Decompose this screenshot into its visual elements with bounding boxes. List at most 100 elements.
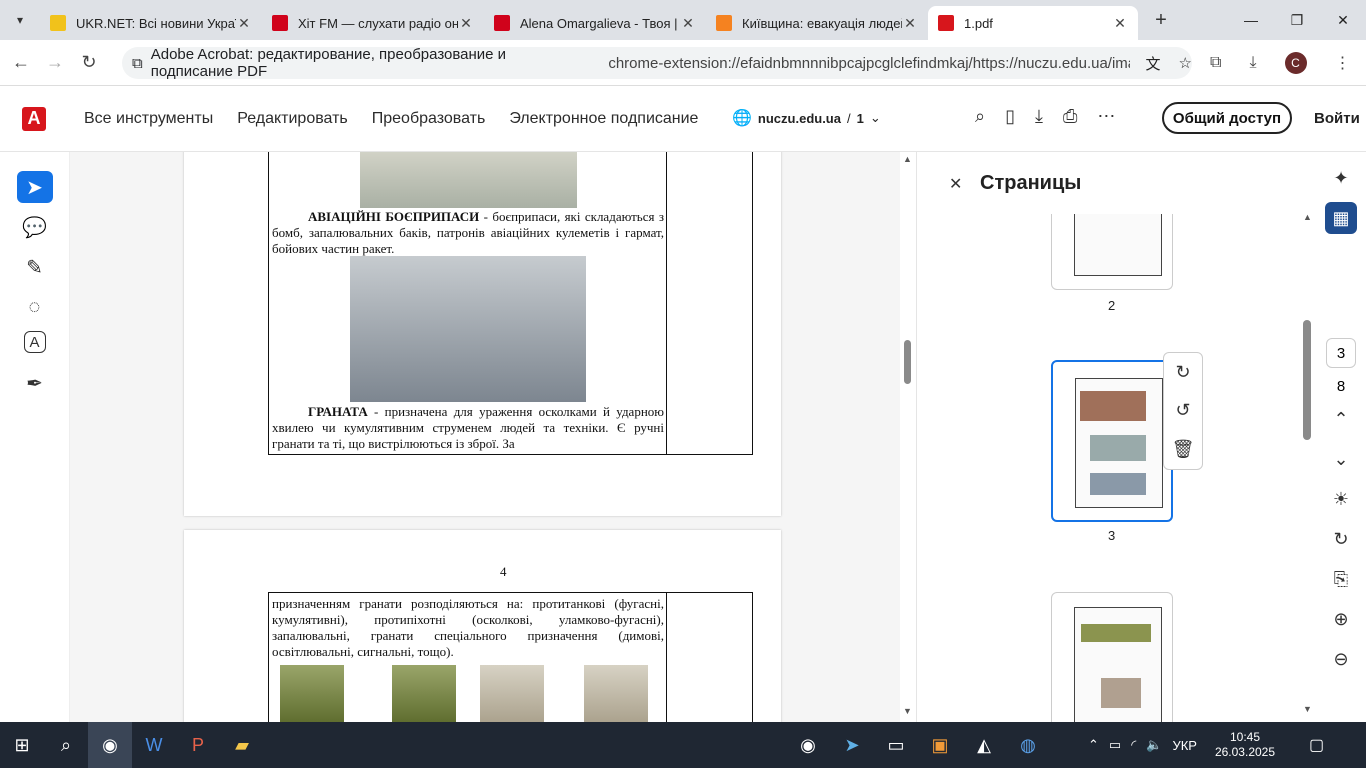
hitfm-favicon-icon — [272, 15, 288, 31]
profile-avatar[interactable]: C — [1284, 52, 1307, 74]
tab-pdf[interactable]: 1.pdf ✕ — [928, 6, 1138, 40]
tab-alena[interactable]: Alena Omargalieva - Твоя | ✕ — [484, 6, 706, 40]
right-rail: ✦ ▦ 3 8 ⌃ ⌄ ☀ ↻ ⎘ ⊕ ⊖ — [1316, 152, 1366, 722]
close-tab-icon[interactable]: ✕ — [458, 15, 474, 32]
system-tray: ⌃ ▭ ◜ 🔈 УКР 10:45 26.03.2025 ▢ — [1088, 730, 1324, 760]
close-panel-icon[interactable]: ✕ — [949, 174, 962, 194]
notifications-icon[interactable]: ▢ — [1309, 735, 1324, 755]
chrome-icon[interactable]: ◉ — [88, 722, 132, 768]
next-page-icon[interactable]: ⌄ — [1325, 443, 1357, 475]
scroll-down-icon[interactable]: ▼ — [1303, 704, 1312, 714]
windows-start-icon[interactable]: ⊞ — [0, 722, 44, 768]
brightness-icon[interactable]: ☀ — [1325, 483, 1357, 515]
menu-e-sign[interactable]: Электронное подписание — [509, 110, 698, 128]
thumbnails-icon[interactable]: ▦ — [1325, 202, 1357, 234]
download-pdf-icon[interactable]: ⤓ — [1035, 106, 1043, 127]
tab-ukrnet[interactable]: UKR.NET: Всі новини Україн ✕ — [40, 6, 262, 40]
acrobat-logo-icon[interactable]: A — [22, 106, 46, 131]
document-viewer[interactable]: АВІАЦІЙНІ БОЄПРИПАСИ - боєприпаси, які с… — [70, 152, 900, 722]
qbittorrent-icon[interactable]: ◍ — [1006, 722, 1050, 768]
sign-tool-icon[interactable]: ✒ — [17, 367, 53, 399]
rotate-counterclockwise-icon[interactable]: ↺ — [1175, 400, 1190, 421]
rotate-clockwise-icon[interactable]: ↻ — [1175, 362, 1190, 383]
doc-domain: nuczu.edu.ua — [757, 110, 841, 126]
close-tab-icon[interactable]: ✕ — [680, 15, 696, 32]
select-tool-icon[interactable]: ➤ — [16, 171, 53, 203]
telegram-icon[interactable]: ➤ — [830, 722, 874, 768]
chrome-pinned-icon[interactable]: ◉ — [786, 722, 830, 768]
extension-icon: ⧉ — [132, 54, 143, 72]
close-tab-icon[interactable]: ✕ — [236, 15, 252, 32]
print-icon[interactable]: ⎙ — [1063, 106, 1077, 127]
scroll-up-icon[interactable]: ▲ — [903, 154, 912, 164]
image-app-icon[interactable]: ▣ — [918, 722, 962, 768]
scroll-up-icon[interactable]: ▲ — [1303, 212, 1312, 222]
zoom-in-icon[interactable]: ⊕ — [1325, 603, 1357, 635]
volume-icon[interactable]: 🔈 — [1146, 737, 1162, 753]
new-tab-button[interactable]: + — [1146, 9, 1176, 32]
search-icon[interactable]: ⌕ — [44, 722, 88, 768]
powerpoint-icon[interactable]: P — [176, 722, 220, 768]
restore-icon[interactable]: ❐ — [1274, 0, 1320, 40]
page-export-icon[interactable]: ⎘ — [1325, 563, 1357, 595]
tray-chevron-icon[interactable]: ⌃ — [1088, 737, 1099, 753]
menu-convert[interactable]: Преобразовать — [372, 110, 486, 128]
rotate-view-icon[interactable]: ↻ — [1325, 523, 1357, 555]
share-button[interactable]: Общий доступ — [1162, 102, 1292, 134]
word-icon[interactable]: W — [132, 722, 176, 768]
page-indicator[interactable]: 3 — [1326, 338, 1356, 368]
tab-hitfm[interactable]: Хіт FM — слухати радіо онл ✕ — [262, 6, 484, 40]
lasso-tool-icon[interactable]: ◌ — [17, 291, 53, 323]
close-tab-icon[interactable]: ✕ — [1112, 15, 1128, 32]
text-tool-icon[interactable]: A — [23, 331, 46, 353]
forward-icon[interactable]: → — [38, 52, 72, 73]
extensions-icon[interactable]: ⧉ — [1210, 54, 1221, 72]
bookmark-star-icon[interactable]: ☆ — [1179, 54, 1192, 72]
battery-icon[interactable]: ▭ — [1109, 737, 1121, 753]
back-icon[interactable]: ← — [4, 52, 38, 73]
scroll-thumb[interactable] — [1303, 320, 1311, 440]
menu-all-tools[interactable]: Все инструменты — [84, 110, 213, 128]
wifi-icon[interactable]: ◜ — [1131, 737, 1136, 753]
site-info[interactable]: ⧉ Adobe Acrobat: редактирование, преобра… — [122, 46, 602, 80]
more-options-icon[interactable]: ⋯ — [1097, 106, 1115, 127]
search-icon[interactable]: ⌕ — [975, 106, 985, 127]
tab-kyivshchyna[interactable]: Київщина: евакуація людей ✕ — [706, 6, 928, 40]
close-tab-icon[interactable]: ✕ — [902, 15, 918, 32]
comment-tool-icon[interactable]: 💬 — [17, 211, 53, 243]
menu-edit[interactable]: Редактировать — [237, 110, 348, 128]
document-scrollbar[interactable]: ▲ ▼ — [900, 152, 916, 722]
page-total: 8 — [1336, 378, 1346, 395]
previous-page-icon[interactable]: ⌃ — [1325, 403, 1357, 435]
download-icon[interactable]: ⤓ — [1249, 54, 1256, 72]
close-window-icon[interactable]: ✕ — [1320, 0, 1366, 40]
panel-scrollbar[interactable]: ▲ ▼ — [1303, 212, 1312, 720]
omnibox[interactable]: ⧉ Adobe Acrobat: редактирование, преобра… — [122, 46, 1192, 80]
translate-icon[interactable]: 文 — [1146, 53, 1161, 74]
ai-assistant-icon[interactable]: ✦ — [1325, 162, 1357, 194]
grenade-photo-2 — [392, 665, 456, 722]
pages-view-icon[interactable]: ▯ — [1005, 106, 1015, 127]
thumb-preview — [1074, 214, 1162, 276]
clock[interactable]: 10:45 26.03.2025 — [1215, 730, 1275, 760]
zoom-out-icon[interactable]: ⊖ — [1325, 643, 1357, 675]
sign-in-button[interactable]: Войти — [1314, 110, 1360, 127]
left-toolbar: ➤ 💬 ✎ ◌ A ✒ — [0, 152, 70, 722]
page-thumbnail-3[interactable] — [1051, 360, 1173, 522]
file-explorer-icon[interactable]: ▰ — [220, 722, 264, 768]
url-text[interactable]: chrome-extension://efaidnbmnnnibpcajpcgl… — [608, 55, 1129, 72]
language-indicator[interactable]: УКР — [1172, 738, 1197, 753]
page-thumbnail-2[interactable] — [1051, 214, 1173, 290]
draw-tool-icon[interactable]: ✎ — [17, 251, 53, 283]
page-thumbnail-4[interactable] — [1051, 592, 1173, 723]
delete-page-icon[interactable]: 🗑 — [1172, 439, 1195, 460]
tab-search-icon[interactable]: ▾ — [0, 0, 40, 40]
document-icon[interactable]: ▭ — [874, 722, 918, 768]
document-source[interactable]: 🌐 nuczu.edu.ua / 1 ⌄ — [732, 108, 881, 128]
reload-icon[interactable]: ↻ — [72, 52, 106, 73]
app-icon[interactable]: ◭ — [962, 722, 1006, 768]
scroll-down-icon[interactable]: ▼ — [903, 706, 912, 716]
menu-kebab-icon[interactable]: ⋮ — [1335, 53, 1351, 73]
scroll-thumb[interactable] — [904, 340, 911, 384]
minimize-icon[interactable]: — — [1228, 0, 1274, 40]
